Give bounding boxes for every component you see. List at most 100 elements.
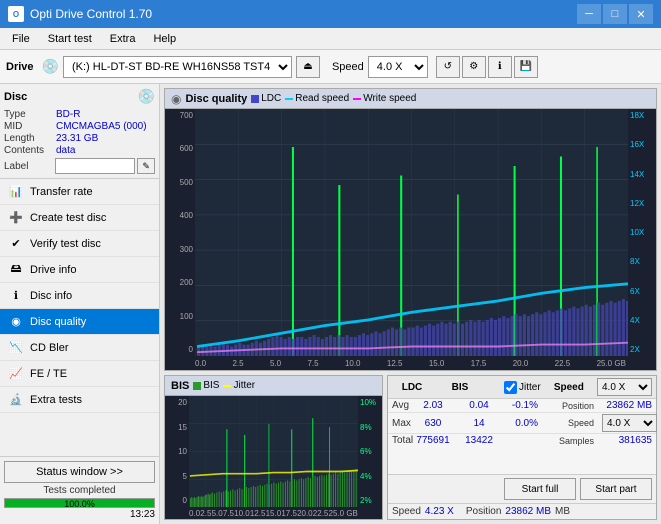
menu-file[interactable]: File	[4, 31, 38, 47]
sidebar-item-fe-te[interactable]: 📈 FE / TE	[0, 361, 159, 387]
nav-items: 📊 Transfer rate ➕ Create test disc ✔ Ver…	[0, 179, 159, 456]
label-input[interactable]	[55, 158, 135, 174]
main-layout: Disc 💿 Type BD-R MID CMCMAGBA5 (000) Len…	[0, 84, 661, 524]
chart1-legend-read: Read speed	[285, 93, 349, 104]
speed-label: Speed	[332, 61, 364, 73]
start-full-button[interactable]: Start full	[504, 478, 576, 500]
chart1-legend-write: Write speed	[353, 93, 416, 104]
sidebar-item-disc-info[interactable]: ℹ Disc info	[0, 283, 159, 309]
start-part-button[interactable]: Start part	[580, 478, 652, 500]
close-button[interactable]: ✕	[629, 4, 653, 24]
title-bar: O Opti Drive Control 1.70 ─ □ ✕	[0, 0, 661, 28]
max-ldc: 630	[414, 418, 452, 429]
drive-label: Drive	[6, 61, 34, 73]
stats-table-panel: LDC BIS Jitter Speed 4.0 X	[387, 375, 657, 520]
total-speed-label: Samples	[546, 436, 594, 446]
speed-display-select[interactable]: 4.0 X	[602, 414, 657, 432]
disc-info-icon: ℹ	[8, 288, 24, 304]
y1r-12x: 12X	[630, 199, 654, 208]
extra-tests-icon: 🔬	[8, 392, 24, 408]
minimize-button[interactable]: ─	[577, 4, 601, 24]
cd-bler-icon: 📉	[8, 340, 24, 356]
y1r-16x: 16X	[630, 140, 654, 149]
jitter-checkbox-label[interactable]: Jitter	[504, 381, 541, 394]
toolbar: Drive 💿 (K:) HL-DT-ST BD-RE WH16NS58 TST…	[0, 50, 661, 84]
label-edit-button[interactable]: ✎	[137, 158, 155, 174]
col-bis: BIS	[440, 382, 480, 393]
status-time: 13:23	[4, 509, 155, 520]
create-disc-icon: ➕	[8, 210, 24, 226]
position-label: Position	[466, 506, 502, 517]
row-total-label: Total	[392, 435, 406, 446]
content-area: ◉ Disc quality LDC Read speed Write spee…	[160, 84, 661, 524]
max-speed-label: Speed	[546, 418, 594, 428]
menu-start-test[interactable]: Start test	[40, 31, 100, 47]
total-samples: 381635	[602, 435, 652, 446]
refresh-button[interactable]: ↺	[436, 56, 460, 78]
sidebar-item-drive-info[interactable]: 🖴 Drive info	[0, 257, 159, 283]
bottom-section: BIS BIS Jitter 20151050	[164, 375, 657, 520]
y1r-4x: 4X	[630, 316, 654, 325]
menu-help[interactable]: Help	[145, 31, 184, 47]
chart2-title-bar: BIS BIS Jitter	[165, 376, 382, 396]
y1r-10x: 10X	[630, 228, 654, 237]
chart2-panel: BIS BIS Jitter 20151050	[164, 375, 383, 520]
drive-select[interactable]: (K:) HL-DT-ST BD-RE WH16NS58 TST4	[63, 56, 292, 78]
col-speed: Speed	[549, 382, 589, 393]
disc-quality-icon: ◉	[8, 314, 24, 330]
sidebar-item-transfer-rate[interactable]: 📊 Transfer rate	[0, 179, 159, 205]
mid-label: MID	[4, 121, 56, 132]
y1-400: 400	[167, 211, 193, 220]
speed-select[interactable]: 4.0 X	[597, 378, 652, 396]
row-max-label: Max	[392, 418, 406, 429]
eject-button[interactable]: ⏏	[296, 56, 320, 78]
menu-extra[interactable]: Extra	[102, 31, 144, 47]
label-label: Label	[4, 161, 55, 172]
avg-ldc: 2.03	[414, 400, 452, 411]
info-button[interactable]: ℹ	[488, 56, 512, 78]
max-speed-select: 4.0 X	[602, 414, 652, 432]
app-icon: O	[8, 6, 24, 22]
avg-bis: 0.04	[460, 400, 498, 411]
settings-button[interactable]: ⚙	[462, 56, 486, 78]
disc-title: Disc	[4, 91, 27, 103]
sidebar-item-cd-bler[interactable]: 📉 CD Bler	[0, 335, 159, 361]
sidebar-item-create-test-disc[interactable]: ➕ Create test disc	[0, 205, 159, 231]
avg-pos: 23862 MB	[602, 400, 652, 411]
verify-disc-icon: ✔	[8, 236, 24, 252]
total-bis: 13422	[460, 435, 498, 446]
drive-icon: 💿	[42, 58, 59, 75]
jitter-checkbox[interactable]	[504, 381, 517, 394]
y1r-6x: 6X	[630, 287, 654, 296]
sidebar: Disc 💿 Type BD-R MID CMCMAGBA5 (000) Len…	[0, 84, 160, 524]
transfer-rate-icon: 📊	[8, 184, 24, 200]
y1-600: 600	[167, 144, 193, 153]
save-button[interactable]: 💾	[514, 56, 538, 78]
speed-select[interactable]: 4.0 X	[368, 56, 428, 78]
progress-bar-container: 100.0%	[4, 498, 155, 508]
y1-700: 700	[167, 111, 193, 120]
contents-label: Contents	[4, 145, 56, 156]
fe-te-icon: 📈	[8, 366, 24, 382]
speed-display-label: Speed	[392, 506, 421, 517]
status-window-button[interactable]: Status window >>	[4, 461, 155, 483]
total-ldc: 775691	[414, 435, 452, 446]
maximize-button[interactable]: □	[603, 4, 627, 24]
y1r-14x: 14X	[630, 170, 654, 179]
row-avg-label: Avg	[392, 400, 406, 411]
chart1-svg	[195, 109, 628, 356]
sidebar-item-verify-test-disc[interactable]: ✔ Verify test disc	[0, 231, 159, 257]
y1-300: 300	[167, 245, 193, 254]
length-label: Length	[4, 133, 56, 144]
progress-text: 100.0%	[5, 499, 154, 509]
drive-info-icon: 🖴	[8, 262, 24, 278]
chart2-legend-bis: BIS	[193, 380, 219, 391]
chart2-x-axis: 0.02.55.07.510.012.515.017.520.022.525.0…	[165, 507, 382, 519]
sidebar-item-disc-quality[interactable]: ◉ Disc quality	[0, 309, 159, 335]
disc-section: Disc 💿 Type BD-R MID CMCMAGBA5 (000) Len…	[0, 84, 159, 179]
length-value: 23.31 GB	[56, 133, 98, 144]
chart1-x-axis: 0.02.55.07.510.012.515.017.520.022.525.0…	[165, 356, 656, 370]
sidebar-item-extra-tests[interactable]: 🔬 Extra tests	[0, 387, 159, 413]
jitter-label: Jitter	[519, 382, 541, 393]
contents-value: data	[56, 145, 75, 156]
